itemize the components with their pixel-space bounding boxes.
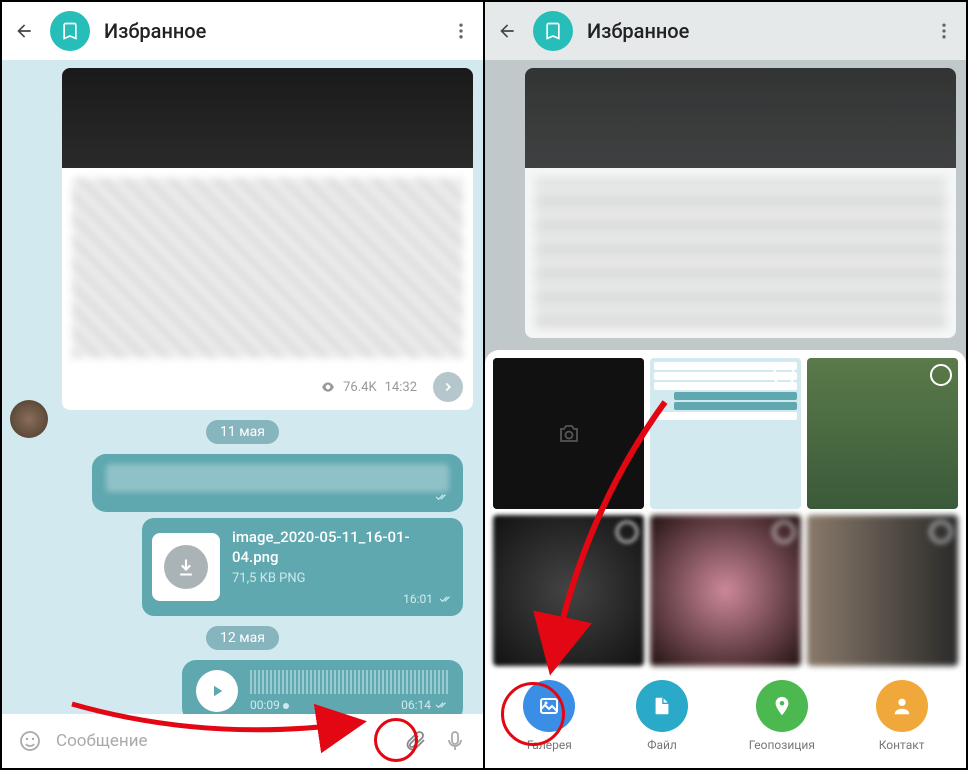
audio-duration: 00:09 — [250, 698, 280, 712]
forwarded-message — [525, 68, 956, 338]
gallery-icon — [523, 680, 575, 732]
message-text-blurred — [106, 464, 449, 492]
attach-gallery[interactable]: Галерея — [523, 680, 575, 752]
gallery-item[interactable] — [807, 358, 958, 509]
back-button[interactable] — [495, 19, 519, 43]
chat-header: Избранное — [2, 2, 483, 60]
read-checkmark-icon — [435, 700, 449, 710]
audio-message[interactable]: 00:09 06:14 — [182, 660, 463, 714]
back-button[interactable] — [12, 19, 36, 43]
views-icon — [321, 380, 335, 394]
selection-circle[interactable] — [930, 521, 952, 543]
saved-messages-avatar[interactable] — [533, 11, 573, 51]
message-image — [62, 68, 473, 168]
play-button[interactable] — [196, 670, 238, 712]
message-time: 14:32 — [385, 380, 417, 395]
selection-circle[interactable] — [773, 364, 795, 386]
gallery-grid — [493, 358, 958, 666]
file-size: 71,5 KB PNG — [232, 571, 453, 586]
location-icon — [756, 680, 808, 732]
gallery-item[interactable] — [807, 515, 958, 666]
forwarded-message[interactable]: 76.4K 14:32 — [62, 68, 473, 410]
emoji-button[interactable] — [16, 727, 44, 755]
attach-location[interactable]: Геопозиция — [749, 680, 815, 752]
message-input[interactable]: Сообщение — [56, 731, 389, 751]
audio-time: 06:14 — [401, 698, 431, 712]
attach-file[interactable]: Файл — [636, 680, 688, 752]
more-menu-button[interactable] — [932, 19, 956, 43]
forward-button[interactable] — [433, 372, 463, 402]
saved-messages-avatar[interactable] — [50, 11, 90, 51]
download-icon[interactable] — [164, 545, 208, 589]
attach-gallery-label: Галерея — [527, 738, 572, 752]
chat-messages[interactable]: 76.4K 14:32 11 мая image_2020-05-11_16-0… — [2, 60, 483, 714]
read-checkmark-icon — [435, 492, 449, 502]
views-count: 76.4K — [343, 380, 377, 395]
read-checkmark-icon — [439, 594, 453, 604]
attach-file-label: Файл — [647, 738, 677, 752]
attach-contact[interactable]: Контакт — [876, 680, 928, 752]
file-thumbnail[interactable] — [152, 533, 220, 601]
chat-header: Избранное — [485, 2, 966, 60]
selection-circle[interactable] — [773, 521, 795, 543]
audio-waveform[interactable] — [250, 670, 449, 694]
gallery-camera-cell[interactable] — [493, 358, 644, 509]
selection-circle[interactable] — [616, 521, 638, 543]
attach-location-label: Геопозиция — [749, 738, 815, 752]
sender-avatar[interactable] — [10, 400, 48, 438]
attach-button[interactable] — [401, 727, 429, 755]
attachment-sheet: Галерея Файл Геопозиция Контакт — [485, 350, 966, 768]
gallery-item[interactable] — [650, 515, 801, 666]
file-message[interactable]: image_2020-05-11_16-01-04.png 71,5 KB PN… — [142, 518, 463, 616]
contact-icon — [876, 680, 928, 732]
date-separator: 11 мая — [206, 420, 279, 444]
attach-contact-label: Контакт — [879, 738, 925, 752]
chat-title: Избранное — [587, 19, 918, 43]
gallery-item[interactable] — [650, 358, 801, 509]
message-text-blurred — [535, 178, 946, 328]
voice-button[interactable] — [441, 727, 469, 755]
date-separator: 12 мая — [206, 626, 279, 650]
file-name: image_2020-05-11_16-01-04.png — [232, 528, 453, 567]
file-icon — [636, 680, 688, 732]
sent-message[interactable] — [92, 454, 463, 512]
chat-title: Избранное — [104, 19, 435, 43]
selection-circle[interactable] — [930, 364, 952, 386]
camera-icon — [545, 410, 593, 458]
file-time: 16:01 — [403, 592, 433, 606]
message-image — [525, 68, 956, 168]
message-text-blurred — [72, 178, 463, 358]
gallery-item[interactable] — [493, 515, 644, 666]
more-menu-button[interactable] — [449, 19, 473, 43]
message-input-bar: Сообщение — [2, 714, 483, 768]
